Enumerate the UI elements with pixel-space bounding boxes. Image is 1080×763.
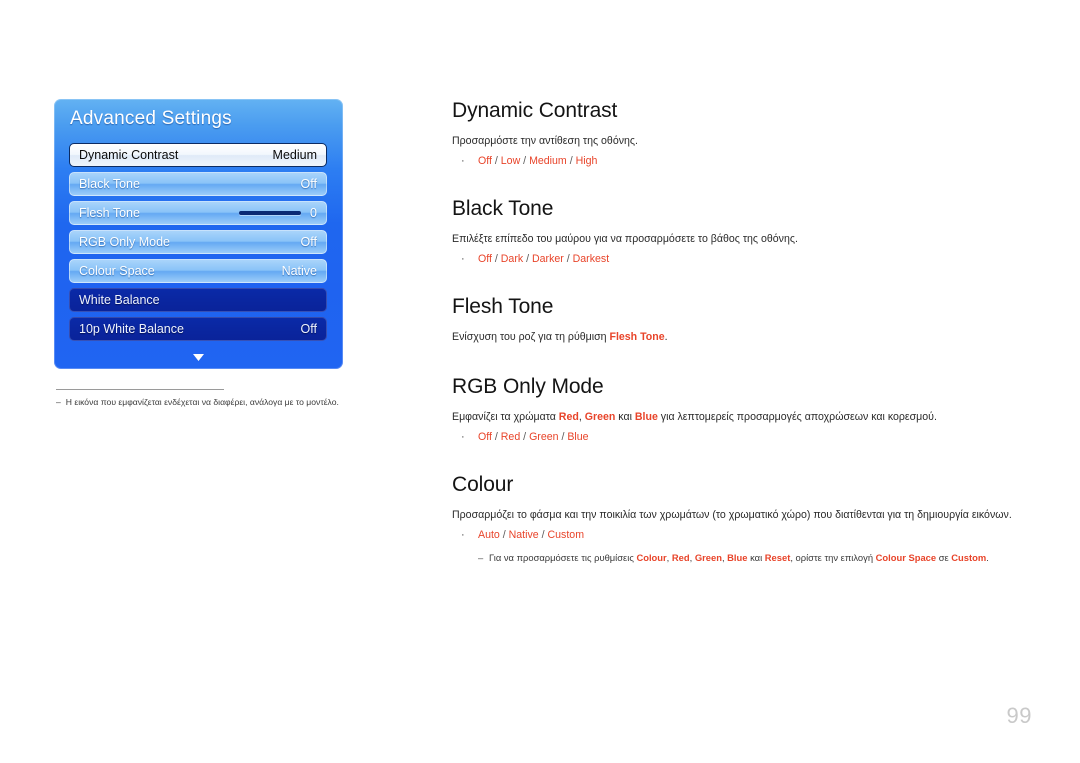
osd-menu-row-list: Dynamic Contrast Medium Black Tone Off F… xyxy=(69,143,327,346)
option-value: Off xyxy=(478,431,492,443)
osd-row-value: Off xyxy=(300,177,317,191)
subnote-dash: – xyxy=(478,551,484,563)
osd-row-10p-white-balance[interactable]: 10p White Balance Off xyxy=(69,317,327,341)
section-paragraph: Προσαρμόστε την αντίθεση της οθόνης. xyxy=(452,135,638,147)
option-value: Blue xyxy=(567,431,589,443)
option-value: Low xyxy=(500,155,521,168)
option-value: Auto xyxy=(478,528,500,541)
section-paragraph: Προσαρμόζει το φάσμα και την ποικιλία τω… xyxy=(452,508,1012,521)
bullet-icon: · xyxy=(461,431,465,443)
option-value: Medium xyxy=(529,155,567,168)
option-value: Off xyxy=(478,155,492,168)
osd-row-label: 10p White Balance xyxy=(79,322,184,336)
flesh-tone-slider[interactable]: 0 xyxy=(239,206,317,220)
section-heading: Black Tone xyxy=(452,196,554,220)
paragraph-text: Εμφανίζει τα χρώματα xyxy=(452,410,559,423)
document-body: Dynamic Contrast Προσαρμόστε την αντίθεσ… xyxy=(452,99,1032,565)
inline-value-custom: Custom xyxy=(951,551,987,563)
section-paragraph: Επιλέξτε επίπεδο του μαύρου για να προσα… xyxy=(452,232,798,245)
inline-value-reset: Reset xyxy=(764,551,791,563)
option-value: Custom xyxy=(547,528,585,541)
option-value: Darker xyxy=(532,253,564,265)
option-value: High xyxy=(575,155,598,168)
option-list: · Off / Low / Medium / High xyxy=(452,154,1032,170)
osd-row-value: Medium xyxy=(272,148,317,162)
osd-row-value: 0 xyxy=(310,206,317,220)
osd-row-label: Flesh Tone xyxy=(79,206,140,220)
inline-value-colour-space: Colour Space xyxy=(875,551,937,563)
section-dynamic-contrast: Dynamic Contrast Προσαρμόστε την αντίθεσ… xyxy=(452,99,1032,170)
section-subnote: – Για να προσαρμόσετε τις ρυθμίσεις Colo… xyxy=(478,551,989,563)
inline-value-red: Red xyxy=(671,551,690,563)
option-value: Darkest xyxy=(572,253,610,265)
option-list: · Off / Red / Green / Blue xyxy=(452,430,1032,446)
osd-row-rgb-only-mode[interactable]: RGB Only Mode Off xyxy=(69,230,327,254)
tv-osd-menu-panel: Advanced Settings Dynamic Contrast Mediu… xyxy=(54,99,343,369)
section-black-tone: Black Tone Επιλέξτε επίπεδο του μαύρου γ… xyxy=(452,197,1032,268)
osd-row-value: Off xyxy=(300,322,317,336)
bullet-icon: · xyxy=(461,528,465,541)
inline-value-colour: Colour xyxy=(636,551,667,563)
osd-row-flesh-tone[interactable]: Flesh Tone 0 xyxy=(69,201,327,225)
option-list: · Off / Dark / Darker / Darkest xyxy=(452,252,1032,268)
osd-row-label: RGB Only Mode xyxy=(79,235,171,249)
osd-row-label: Dynamic Contrast xyxy=(79,148,179,162)
section-paragraph: Ενίσχυση του ροζ για τη ρύθμιση Flesh To… xyxy=(452,330,1032,345)
paragraph-text: Ενίσχυση του ροζ για τη ρύθμιση xyxy=(452,330,610,343)
subnote-text: Για να προσαρμόσετε τις ρυθμίσεις xyxy=(489,551,637,563)
subnote-text: , ορίστε την επιλογή xyxy=(790,551,876,563)
inline-value-blue: Blue xyxy=(634,410,658,423)
osd-row-value: Native xyxy=(281,264,317,278)
bullet-icon: · xyxy=(461,155,465,168)
section-heading: Dynamic Contrast xyxy=(452,99,618,122)
option-value: Native xyxy=(508,528,539,541)
osd-menu-title: Advanced Settings xyxy=(70,108,232,129)
section-heading: Colour xyxy=(452,472,514,496)
inline-value-blue: Blue xyxy=(727,551,748,563)
osd-row-value: Off xyxy=(300,235,317,249)
osd-row-white-balance[interactable]: White Balance xyxy=(69,288,327,312)
subnote-text: σε xyxy=(936,551,952,563)
paragraph-text: για λεπτομερείς προσαρμογές αποχρώσεων κ… xyxy=(657,410,937,423)
section-heading: Flesh Tone xyxy=(452,294,554,318)
osd-row-colour-space[interactable]: Colour Space Native xyxy=(69,259,327,283)
inline-value-green: Green xyxy=(694,551,722,563)
section-rgb-only-mode: RGB Only Mode Εμφανίζει τα χρώματα Red, … xyxy=(452,375,1032,446)
subnote-text: και xyxy=(747,551,765,563)
option-value: Red xyxy=(500,431,521,443)
option-value: Dark xyxy=(500,253,524,265)
footnote-dash: – xyxy=(56,397,61,407)
bullet-icon: · xyxy=(461,253,465,265)
inline-value-green: Green xyxy=(584,410,616,423)
chevron-down-icon[interactable] xyxy=(54,353,343,362)
paragraph-text: . xyxy=(664,330,668,343)
osd-row-label: Colour Space xyxy=(79,264,155,278)
option-value: Green xyxy=(529,431,559,443)
inline-value-red: Red xyxy=(558,410,579,423)
figure-footnote: – Η εικόνα που εμφανίζεται ενδέχεται να … xyxy=(56,389,406,408)
osd-row-label: White Balance xyxy=(79,293,160,307)
section-heading: RGB Only Mode xyxy=(452,374,604,398)
footnote-divider xyxy=(56,389,224,390)
osd-row-black-tone[interactable]: Black Tone Off xyxy=(69,172,327,196)
footnote-text: Η εικόνα που εμφανίζεται ενδέχεται να δι… xyxy=(65,397,339,407)
paragraph-text: και xyxy=(615,410,635,423)
osd-row-label: Black Tone xyxy=(79,177,140,191)
osd-row-dynamic-contrast[interactable]: Dynamic Contrast Medium xyxy=(69,143,327,167)
section-flesh-tone: Flesh Tone Ενίσχυση του ροζ για τη ρύθμι… xyxy=(452,295,1032,345)
inline-setting-name: Flesh Tone xyxy=(609,330,665,343)
subnote-text: . xyxy=(986,551,989,563)
page-number: 99 xyxy=(1006,703,1032,728)
section-colour: Colour Προσαρμόζει το φάσμα και την ποικ… xyxy=(452,473,1032,565)
option-value: Off xyxy=(478,253,492,265)
option-list: · Auto / Native / Custom xyxy=(452,528,1032,544)
slider-track-icon xyxy=(239,211,302,215)
section-paragraph: Εμφανίζει τα χρώματα Red, Green και Blue… xyxy=(452,410,1032,425)
